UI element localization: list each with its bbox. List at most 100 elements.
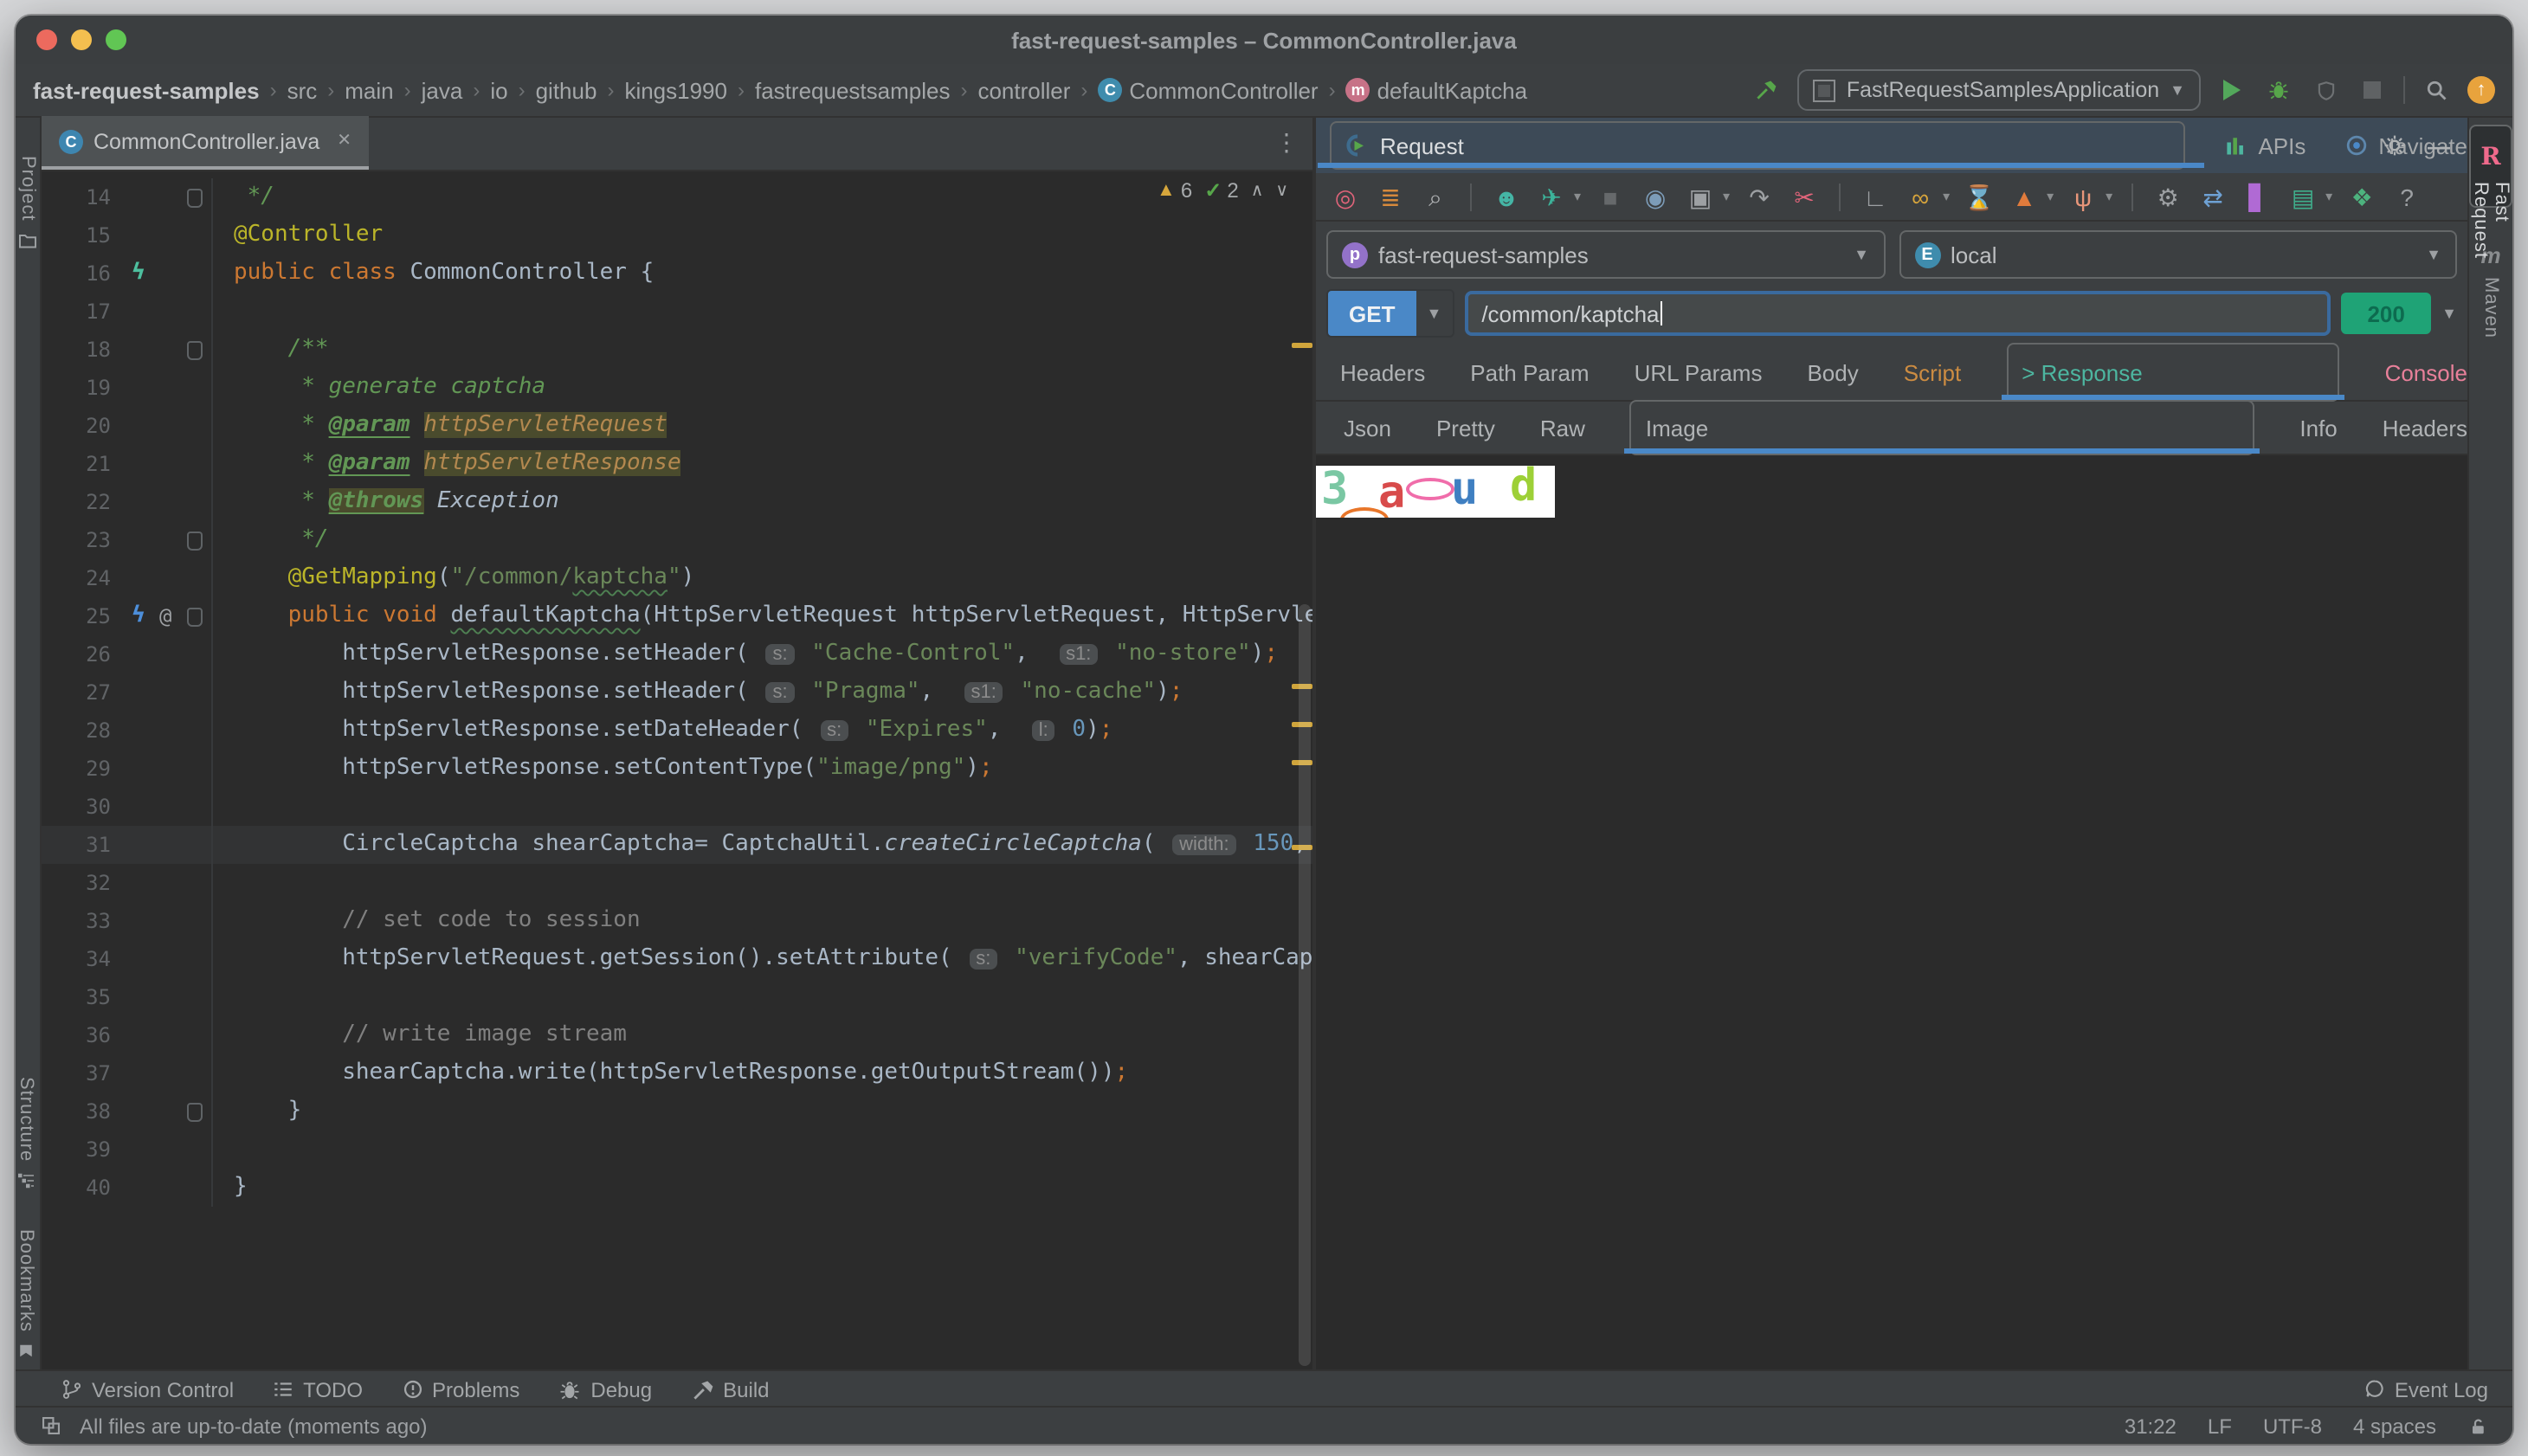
line-ending[interactable]: LF [2208,1414,2232,1438]
coverage-button[interactable] [2310,74,2341,106]
tool-window-button-todo[interactable]: TODO [272,1377,363,1401]
close-button[interactable] [36,29,57,50]
help-icon[interactable]: ? [2391,183,2422,210]
breadcrumb-item-defaultkaptcha[interactable]: mdefaultKaptcha [1346,77,1527,103]
response-tab-headers[interactable]: Headers [2383,402,2467,454]
event-log-button[interactable]: Event Log [2364,1377,2488,1401]
fold-marker-icon[interactable] [187,532,203,551]
gutter[interactable] [125,750,213,788]
code-editor[interactable]: 14 */15@Controller16ϟpublic class Common… [42,171,1312,1371]
pin-icon[interactable]: ◎ [1330,183,1361,210]
chart-icon[interactable]: ∟ [1860,183,1891,210]
code-line[interactable]: 26 httpServletResponse.setHeader( s: "Ca… [42,635,1312,673]
breadcrumb-item-main[interactable]: main [345,77,393,103]
code-line[interactable]: 31 CircleCaptcha shearCaptcha= CaptchaUt… [42,826,1312,864]
line-number[interactable]: 32 [42,864,125,902]
more-options-icon[interactable]: ⋮ [1274,128,1299,158]
tab-response[interactable]: > Response [2006,343,2339,402]
code-line[interactable]: 23 */ [42,521,1312,559]
tool-window-button-build[interactable]: Build [690,1377,769,1401]
line-number[interactable]: 39 [42,1131,125,1169]
chevron-down-icon[interactable]: ▾ [1723,189,1730,204]
tab-apis[interactable]: APIs [2223,118,2306,173]
send-icon[interactable]: ✈ [1536,183,1567,210]
code-line[interactable]: 28 httpServletResponse.setDateHeader( s:… [42,712,1312,750]
prev-issue-icon[interactable]: ∧ [1251,181,1264,200]
editor-scrollbar[interactable] [1299,604,1311,1366]
response-tab-pretty[interactable]: Pretty [1436,402,1495,454]
editor-tab[interactable]: C CommonController.java ✕ [42,116,369,170]
line-number[interactable]: 40 [42,1169,125,1207]
gutter[interactable] [125,521,213,559]
code-line[interactable]: 21 * @param httpServletResponse [42,445,1312,483]
lock-icon[interactable] [2467,1415,2488,1436]
gutter[interactable] [125,483,213,521]
gutter[interactable] [125,1169,213,1207]
stop-icon[interactable]: ■ [1595,183,1626,210]
tab-console[interactable]: Console [2385,345,2467,400]
code-line[interactable]: 14 */ [42,178,1312,216]
code-line[interactable]: 29 httpServletResponse.setContentType("i… [42,750,1312,788]
line-number[interactable]: 31 [42,826,125,864]
code-line[interactable]: 35 [42,978,1312,1016]
line-number[interactable]: 36 [42,1016,125,1054]
code-line[interactable]: 33 // set code to session [42,902,1312,940]
redo-icon[interactable]: ↷ [1744,183,1775,210]
hide-panel-icon[interactable]: — [2428,132,2450,158]
breadcrumb-item-src[interactable]: src [287,77,318,103]
code-line[interactable]: 30 [42,788,1312,826]
fold-marker-icon[interactable] [187,608,203,627]
run-config-select[interactable]: FastRequestSamplesApplication ▼ [1798,69,2201,111]
code-line[interactable]: 24 @GetMapping("/common/kaptcha") [42,559,1312,597]
fold-marker-icon[interactable] [187,1103,203,1122]
close-icon[interactable]: ✕ [337,132,351,151]
code-line[interactable]: 16ϟpublic class CommonController { [42,254,1312,293]
line-number[interactable]: 16 [42,254,125,293]
update-notification-icon[interactable]: ↑ [2467,76,2495,104]
tool-window-button-problems[interactable]: Problems [401,1377,519,1401]
line-number[interactable]: 15 [42,216,125,254]
line-number[interactable]: 37 [42,1054,125,1092]
code-line[interactable]: 15@Controller [42,216,1312,254]
gutter[interactable] [125,178,213,216]
line-number[interactable]: 28 [42,712,125,750]
zoom-button[interactable] [106,29,126,50]
gutter[interactable] [125,216,213,254]
clean-icon[interactable]: ✂ [1789,183,1820,210]
code-line[interactable]: 40} [42,1169,1312,1207]
gitlab-icon[interactable]: ▲ [2009,183,2040,210]
sidebar-item-project[interactable]: Project [16,145,40,261]
gutter[interactable] [125,1131,213,1169]
gutter[interactable] [125,1092,213,1131]
sidebar-item-structure[interactable]: Structure [16,1066,36,1202]
chart-bars-icon[interactable]: ▋ [2242,183,2273,210]
line-number[interactable]: 27 [42,673,125,712]
stack-icon[interactable] [40,1414,62,1437]
gutter[interactable] [125,369,213,407]
line-number[interactable]: 20 [42,407,125,445]
project-select[interactable]: p fast-request-samples ▼ [1326,230,1885,279]
code-line[interactable]: 32 [42,864,1312,902]
send-button[interactable]: 200 [2341,293,2431,334]
url-input[interactable]: /common/kaptcha [1464,291,2331,336]
sliders-icon[interactable]: ≣ [1375,183,1406,210]
code-line[interactable]: 34 httpServletRequest.getSession().setAt… [42,940,1312,978]
line-number[interactable]: 34 [42,940,125,978]
breadcrumb-item-kings1990[interactable]: kings1990 [624,77,727,103]
gutter[interactable] [125,978,213,1016]
gutter[interactable] [125,673,213,712]
breadcrumb-item-controller[interactable]: controller [977,77,1070,103]
gutter[interactable] [125,788,213,826]
gutter[interactable] [125,1054,213,1092]
line-number[interactable]: 29 [42,750,125,788]
line-number[interactable]: 38 [42,1092,125,1131]
tab-url-params[interactable]: URL Params [1635,345,1763,400]
line-number[interactable]: 30 [42,788,125,826]
next-issue-icon[interactable]: ∨ [1275,181,1288,200]
line-number[interactable]: 26 [42,635,125,673]
line-number[interactable]: 14 [42,178,125,216]
gutter[interactable] [125,712,213,750]
line-number[interactable]: 35 [42,978,125,1016]
code-line[interactable]: 20 * @param httpServletRequest [42,407,1312,445]
chevron-down-icon[interactable]: ▾ [2047,189,2054,204]
